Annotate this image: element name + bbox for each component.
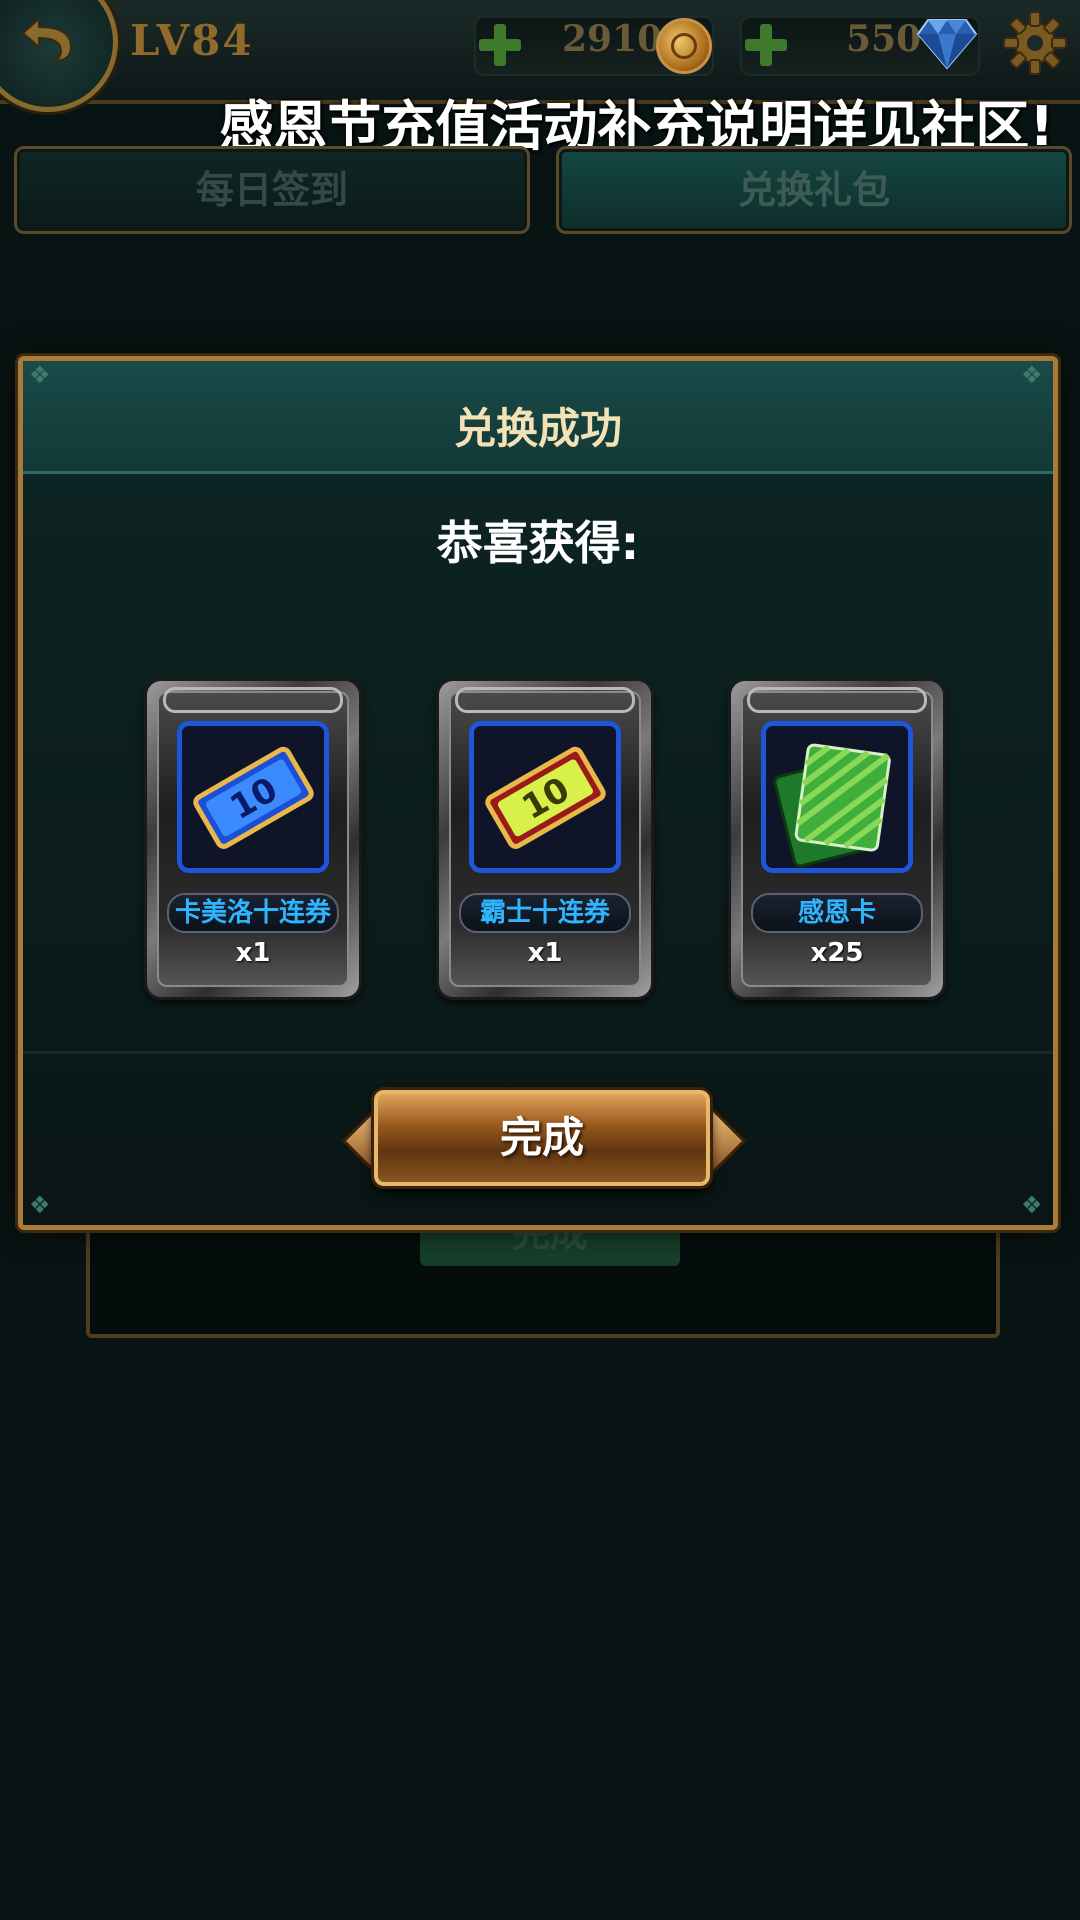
congrats-message: 恭喜获得: (436, 516, 640, 570)
reward-item-quantity: x1 (527, 938, 563, 968)
reward-card: 感恩卡 x25 (731, 681, 943, 997)
green-card-icon (766, 726, 908, 868)
reward-icon-frame: 10 (177, 721, 329, 873)
corner-ornament-icon (29, 361, 55, 391)
card-ornament-top (455, 687, 635, 713)
diamond-icon (916, 19, 978, 70)
player-level: LV84 (130, 16, 254, 65)
add-gold-plus-icon[interactable] (477, 22, 523, 68)
red-ten-draw-ticket-icon: 10 (474, 726, 616, 868)
dialog-title: 兑换成功 (453, 404, 622, 453)
complete-button[interactable]: 完成 (374, 1090, 710, 1186)
tab-redeem-gift[interactable]: 兑换礼包 (556, 146, 1072, 234)
divider (23, 1051, 1053, 1054)
corner-ornament-icon (1021, 1191, 1047, 1221)
add-diamond-plus-icon[interactable] (743, 22, 789, 68)
reward-icon-frame (761, 721, 913, 873)
blue-ten-draw-ticket-icon: 10 (182, 726, 324, 868)
reward-item-name: 霸士十连券 (459, 893, 631, 933)
reward-item-name: 感恩卡 (751, 893, 923, 933)
tab-daily-checkin[interactable]: 每日签到 (14, 146, 530, 234)
diamond-amount: 550 (846, 18, 922, 60)
reward-icon-frame: 10 (469, 721, 621, 873)
corner-ornament-icon (1021, 361, 1047, 391)
back-arrow-icon (21, 16, 73, 62)
gear-icon[interactable] (1002, 10, 1068, 76)
corner-ornament-icon (29, 1191, 55, 1221)
reward-item-name: 卡美洛十连券 (167, 893, 339, 933)
card-ornament-top (163, 687, 343, 713)
reward-item-quantity: x25 (810, 938, 864, 968)
reward-card: 10 霸士十连券 x1 (439, 681, 651, 997)
gold-coin-icon (656, 18, 712, 74)
card-ornament-top (747, 687, 927, 713)
gold-amount: 2910 (562, 18, 663, 60)
reward-item-quantity: x1 (235, 938, 271, 968)
reward-card: 10 卡美洛十连券 x1 (147, 681, 359, 997)
